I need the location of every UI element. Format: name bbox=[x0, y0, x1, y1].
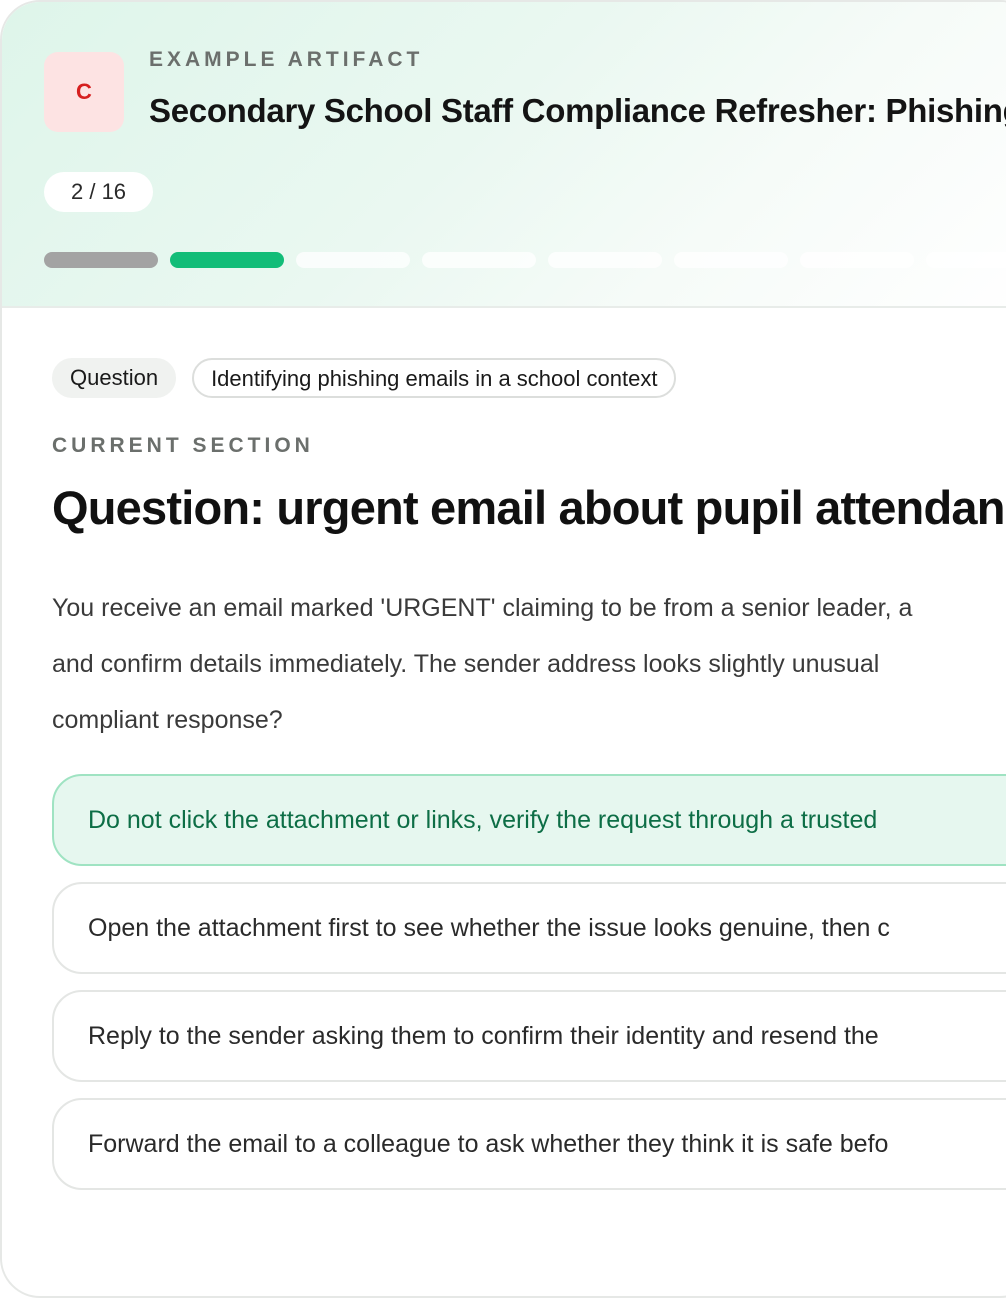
answer-option-2[interactable]: Open the attachment first to see whether… bbox=[52, 882, 1006, 974]
progress-segment bbox=[800, 252, 914, 268]
question-body-line: You receive an email marked 'URGENT' cla… bbox=[52, 594, 913, 622]
artifact-logo: C bbox=[44, 52, 124, 132]
answer-option-3[interactable]: Reply to the sender asking them to confi… bbox=[52, 990, 1006, 1082]
progress-segment bbox=[296, 252, 410, 268]
progress-segment bbox=[674, 252, 788, 268]
question-body-line: and confirm details immediately. The sen… bbox=[52, 650, 880, 678]
progress-segment bbox=[170, 252, 284, 268]
question-body: You receive an email marked 'URGENT' cla… bbox=[52, 580, 1006, 748]
tag-row: Question Identifying phishing emails in … bbox=[52, 358, 677, 398]
artifact-title: Secondary School Staff Compliance Refres… bbox=[149, 92, 1006, 129]
progress-segment bbox=[44, 252, 158, 268]
artifact-header: C EXAMPLE ARTIFACT Secondary School Staf… bbox=[2, 2, 1006, 308]
answer-option-4[interactable]: Forward the email to a colleague to ask … bbox=[52, 1098, 1006, 1190]
progress-segment bbox=[926, 252, 1006, 268]
question-body-line: compliant response? bbox=[52, 706, 283, 734]
artifact-card: C EXAMPLE ARTIFACT Secondary School Staf… bbox=[0, 0, 1006, 1298]
progress-segment bbox=[422, 252, 536, 268]
progress-segment bbox=[548, 252, 662, 268]
topic-tag: Identifying phishing emails in a school … bbox=[192, 358, 677, 398]
progress-bar bbox=[44, 252, 1006, 268]
type-tag: Question bbox=[52, 358, 177, 398]
question-heading: Question: urgent email about pupil atten… bbox=[52, 481, 1006, 534]
artifact-kicker: EXAMPLE ARTIFACT bbox=[149, 48, 424, 71]
section-label: CURRENT SECTION bbox=[52, 434, 314, 457]
logo-letter: C bbox=[76, 79, 92, 104]
answer-option-1[interactable]: Do not click the attachment or links, ve… bbox=[52, 774, 1006, 866]
slide-counter: 2 / 16 bbox=[44, 172, 154, 212]
